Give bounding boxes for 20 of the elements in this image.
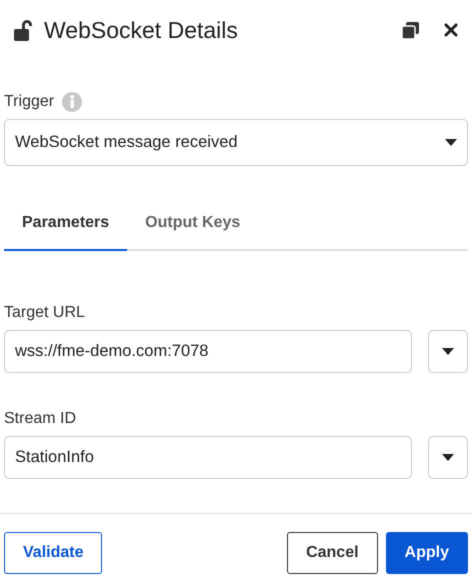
window-title: WebSocket Details bbox=[44, 16, 239, 45]
caret-icon bbox=[442, 348, 454, 355]
tab[interactable]: Parameters bbox=[4, 198, 128, 251]
close-button[interactable] bbox=[444, 23, 458, 37]
dropdown-button[interactable] bbox=[428, 330, 468, 373]
text-field[interactable]: StationInfo bbox=[4, 436, 412, 479]
info-icon bbox=[62, 92, 82, 112]
caret-icon bbox=[442, 454, 454, 461]
validate-button[interactable]: Validate bbox=[4, 532, 102, 574]
trigger-dropdown[interactable]: WebSocket message received bbox=[4, 119, 468, 166]
restore-button[interactable] bbox=[401, 20, 420, 40]
tab[interactable]: Output Keys bbox=[127, 198, 258, 251]
apply-button[interactable]: Apply bbox=[386, 532, 468, 574]
cancel-button[interactable]: Cancel bbox=[287, 532, 378, 574]
field-label: Target URL bbox=[4, 303, 86, 323]
field-label: Trigger bbox=[4, 92, 54, 112]
dropdown-button[interactable] bbox=[428, 436, 468, 479]
caret-icon bbox=[445, 139, 457, 146]
text-field[interactable]: wss://fme-demo.com:7078 bbox=[4, 330, 412, 373]
field-label: Stream ID bbox=[4, 409, 78, 429]
